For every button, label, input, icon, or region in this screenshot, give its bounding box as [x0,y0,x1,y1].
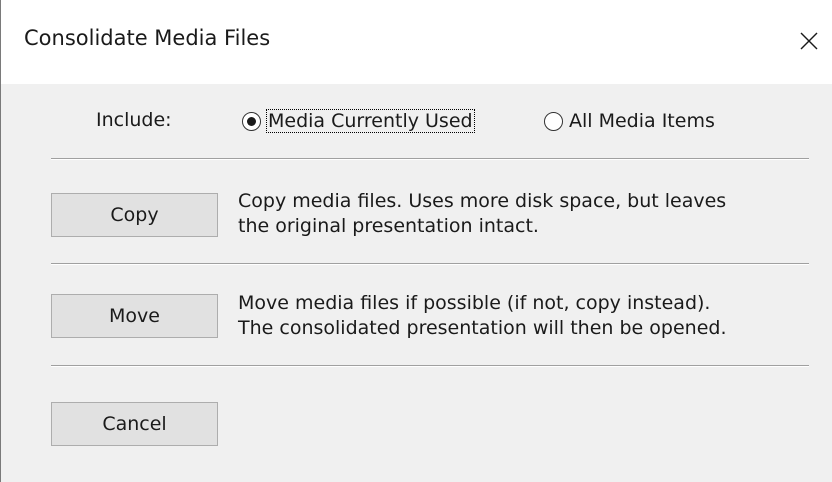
radio-label-all-media-items: All Media Items [569,110,715,132]
radio-media-currently-used[interactable]: Media Currently Used [242,109,475,133]
copy-button[interactable]: Copy [51,193,218,237]
close-button[interactable] [786,15,832,67]
dialog-title: Consolidate Media Files [24,26,271,50]
divider [51,263,809,265]
radio-dot [247,116,256,126]
divider [51,158,809,160]
radio-label-media-currently-used: Media Currently Used [266,109,475,133]
move-description-line2: The consolidated presentation will then … [238,317,727,339]
consolidate-media-dialog: Consolidate Media Files Include: Media C… [0,0,832,482]
copy-description: Copy media files. Uses more disk space, … [238,189,726,239]
title-bar: Consolidate Media Files [1,0,832,84]
divider [51,365,809,367]
move-description-line1: Move media files if possible (if not, co… [238,292,711,314]
radio-selected-icon [242,111,261,131]
move-description: Move media files if possible (if not, co… [238,291,727,341]
radio-all-media-items[interactable]: All Media Items [544,110,715,132]
cancel-button[interactable]: Cancel [51,402,218,446]
move-button[interactable]: Move [51,294,218,338]
copy-description-line2: the original presentation intact. [238,215,539,237]
radio-unselected-icon [544,111,563,131]
include-label: Include: [96,109,172,131]
close-icon [800,32,818,50]
copy-description-line1: Copy media files. Uses more disk space, … [238,190,727,212]
